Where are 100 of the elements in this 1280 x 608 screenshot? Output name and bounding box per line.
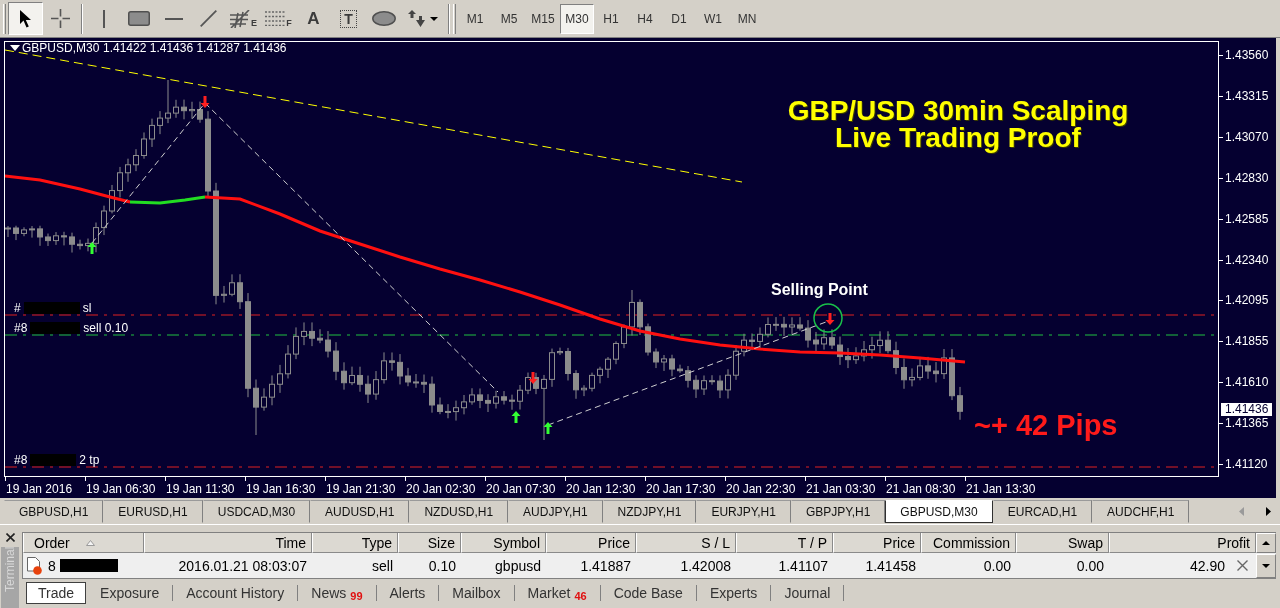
timeframe-button[interactable]: H1 <box>594 3 628 34</box>
time-axis-label: 21 Jan 13:30 <box>966 481 1036 496</box>
time-axis-label: 21 Jan 08:30 <box>886 481 956 496</box>
scroll-down-button[interactable] <box>1256 554 1276 578</box>
time-axis-label: 20 Jan 12:30 <box>566 481 636 496</box>
dotted-lines-icon <box>265 11 286 26</box>
time-axis-label: 20 Jan 02:30 <box>406 481 476 496</box>
timeframe-button[interactable]: M1 <box>458 3 492 34</box>
order-label: #8 <box>14 453 28 467</box>
column-header[interactable]: Order <box>23 533 144 553</box>
fibonacci-tool-button[interactable]: E <box>226 2 261 35</box>
text-label-tool-button[interactable]: T <box>331 2 366 35</box>
up-arrow-marker <box>543 422 553 434</box>
time-axis-label: 20 Jan 17:30 <box>646 481 716 496</box>
chart-tab[interactable]: GBPUSD,M30 <box>885 500 993 523</box>
triangle-down-icon <box>1262 564 1270 568</box>
price-axis-label: 1.43070 <box>1225 130 1269 144</box>
fibonacci-grid-tool-button[interactable]: F <box>261 2 296 35</box>
caret-down-icon[interactable] <box>10 45 20 51</box>
table-cell: 1.42008 <box>680 557 731 574</box>
terminal-tab[interactable]: Exposure <box>88 581 172 604</box>
terminal-tab[interactable]: Journal <box>772 581 843 604</box>
timeframe-button[interactable]: M5 <box>492 3 526 34</box>
sort-ascending-icon <box>85 539 95 546</box>
terminal-tab[interactable]: News 99 <box>299 581 375 604</box>
current-price-tag: 1.41436 <box>1221 403 1273 416</box>
column-header[interactable]: Symbol <box>461 533 546 553</box>
timeframe-button[interactable]: W1 <box>696 3 730 34</box>
order-label: # <box>14 301 21 315</box>
time-axis-label: 19 Jan 11:30 <box>166 481 235 496</box>
price-axis-label: 1.42340 <box>1225 253 1269 267</box>
close-icon[interactable] <box>1237 560 1248 571</box>
chart-tab[interactable]: AUDUSD,H1 <box>310 500 410 523</box>
unread-count-label: 46 <box>574 589 587 602</box>
chart-tab[interactable]: USDCAD,M30 <box>202 500 311 523</box>
diagonal-line-icon <box>200 10 217 27</box>
table-cell: 8 <box>48 557 56 574</box>
time-axis-label: 20 Jan 07:30 <box>486 481 556 496</box>
table-cell: 1.41887 <box>580 557 631 574</box>
table-cell: gbpusd <box>495 557 541 574</box>
timeframe-button[interactable]: MN <box>730 3 764 34</box>
chart-tab[interactable]: NZDJPY,H1 <box>602 500 697 523</box>
hatched-lines-icon <box>230 9 250 28</box>
chart-title-line: GBP/USD 30min Scalping <box>787 97 1129 124</box>
price-axis-label: 1.41855 <box>1225 334 1269 348</box>
pointer-icon <box>19 9 32 28</box>
column-header[interactable]: Type <box>312 533 398 553</box>
column-header[interactable]: Time <box>144 533 312 553</box>
timeframe-button[interactable]: D1 <box>662 3 696 34</box>
time-axis-label: 19 Jan 06:30 <box>86 481 156 496</box>
chart-tab[interactable]: EURUSD,H1 <box>103 500 203 523</box>
down-arrow-marker <box>200 96 210 108</box>
column-header[interactable]: T / P <box>736 533 833 553</box>
terminal-tab[interactable]: Experts <box>697 581 770 604</box>
time-axis-label: 21 Jan 03:30 <box>806 481 876 496</box>
chart-symbol: GBPUSD,M30 <box>22 42 100 55</box>
price-axis-label: 1.41120 <box>1225 457 1268 471</box>
column-header[interactable]: Price <box>833 533 921 553</box>
timeframe-button[interactable]: M30 <box>560 3 594 34</box>
document-with-dot-icon <box>27 556 42 575</box>
table-cell: 0.00 <box>983 557 1011 574</box>
pointer-tool-button[interactable] <box>8 2 43 35</box>
terminal-tab[interactable]: Mailbox <box>440 581 513 604</box>
column-header[interactable]: Price <box>546 533 636 553</box>
terminal-tab[interactable]: Trade <box>26 581 87 604</box>
chart-tab[interactable]: EURJPY,H1 <box>696 500 791 523</box>
price-axis-label: 1.41365 <box>1225 416 1269 430</box>
terminal-tab[interactable]: Market 46 <box>515 581 599 604</box>
chart-tab[interactable]: AUDJPY,H1 <box>508 500 603 523</box>
scroll-right-icon[interactable] <box>1266 507 1271 516</box>
time-axis-label: 20 Jan 22:30 <box>726 481 796 496</box>
unread-count-label: 99 <box>350 589 363 602</box>
chart-tab[interactable]: GBPJPY,H1 <box>790 500 886 523</box>
column-header[interactable]: Swap <box>1016 533 1109 553</box>
chart-tab[interactable]: GBPUSD,H1 <box>4 500 104 523</box>
close-icon[interactable] <box>5 533 15 542</box>
order-label: sell 0.10 <box>83 321 129 335</box>
timeframe-button[interactable]: H4 <box>628 3 662 34</box>
time-axis-label: 19 Jan 21:30 <box>326 481 396 496</box>
column-header[interactable]: Commission <box>921 533 1016 553</box>
circle-marker <box>813 303 843 333</box>
chart-tab[interactable]: AUDCHF,H1 <box>1092 500 1190 523</box>
terminal-tab[interactable]: Account History <box>174 581 297 604</box>
timeframe-button[interactable]: M15 <box>526 3 560 34</box>
terminal-tab[interactable]: Code Base <box>601 581 695 604</box>
price-axis-label: 1.42095 <box>1225 293 1269 307</box>
column-header[interactable]: Profit <box>1109 533 1256 553</box>
table-cell: 2016.01.21 08:03:07 <box>178 557 307 574</box>
caret-down-icon <box>430 16 438 21</box>
text-tool-button[interactable]: A <box>296 2 331 35</box>
chart-tab[interactable]: NZDUSD,H1 <box>409 500 509 523</box>
terminal-tab[interactable]: Alerts <box>377 581 438 604</box>
chart-tab[interactable]: EURCAD,H1 <box>992 500 1093 523</box>
table-cell: 0.00 <box>1076 557 1104 574</box>
scroll-up-button[interactable] <box>1256 533 1276 553</box>
order-label: sl <box>82 301 92 315</box>
down-arrow-marker <box>528 372 538 384</box>
column-header[interactable]: Size <box>398 533 461 553</box>
column-header[interactable]: S / L <box>636 533 736 553</box>
time-axis-label: 19 Jan 2016 <box>6 481 73 496</box>
